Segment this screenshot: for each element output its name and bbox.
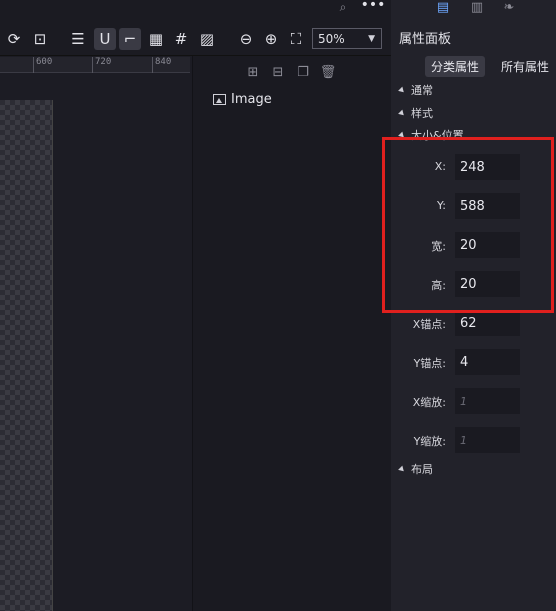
- highlight-annotation: [382, 137, 554, 313]
- tab-classified[interactable]: 分类属性: [425, 56, 485, 77]
- image-frame-icon[interactable]: ▨: [196, 28, 218, 50]
- ruler-label: 720: [95, 57, 112, 67]
- x-scale-input[interactable]: 1: [455, 388, 520, 414]
- field-label: Y缩放:: [413, 435, 446, 448]
- magnet-icon[interactable]: U: [94, 28, 116, 50]
- fit-screen-icon[interactable]: ⛶: [285, 28, 307, 50]
- components-tab-icon[interactable]: ▥: [469, 0, 485, 15]
- field-x-scale: X缩放: 1: [391, 388, 556, 414]
- zoom-select[interactable]: 50% ▼: [312, 28, 382, 49]
- grid-icon[interactable]: ▦: [145, 28, 167, 50]
- zoom-value: 50%: [318, 31, 345, 46]
- expand-icon: [398, 86, 406, 94]
- section-style[interactable]: 样式: [391, 103, 556, 123]
- zoom-out-icon[interactable]: ⊖: [235, 28, 257, 50]
- refresh-icon[interactable]: ⟳: [3, 28, 25, 50]
- database-icon[interactable]: ☰: [67, 28, 89, 50]
- section-general[interactable]: 通常: [391, 80, 556, 100]
- horizontal-ruler: 600 720 840: [0, 57, 190, 73]
- zoom-in-icon[interactable]: ⊕: [260, 28, 282, 50]
- y-anchor-input[interactable]: 4: [455, 349, 520, 375]
- section-label: 布局: [411, 463, 433, 476]
- more-icon[interactable]: •••: [361, 0, 386, 16]
- transparent-canvas[interactable]: [0, 100, 53, 611]
- expand-icon: [398, 465, 406, 473]
- field-x-anchor: X锚点: 62: [391, 310, 556, 336]
- expand-icon: [398, 109, 406, 117]
- field-label: X缩放:: [412, 396, 446, 409]
- search-doc-icon[interactable]: ⌕: [332, 0, 354, 18]
- ruler-label: 600: [36, 57, 53, 67]
- section-label: 通常: [411, 84, 433, 97]
- properties-tab-icon[interactable]: ▤: [435, 0, 451, 15]
- group-icon[interactable]: ⊞: [245, 64, 261, 80]
- layers-panel: ⊞ ⊟ ❐ 🗑 Image: [192, 56, 391, 611]
- y-scale-input[interactable]: 1: [455, 427, 520, 453]
- ruler-label: 840: [155, 57, 172, 67]
- panel-title: 属性面板: [399, 32, 452, 47]
- layer-item-label: Image: [231, 92, 272, 107]
- field-label: X锚点:: [412, 318, 446, 331]
- ungroup-icon[interactable]: ⊟: [270, 64, 286, 80]
- field-label: Y锚点:: [413, 357, 446, 370]
- chevron-down-icon: ▼: [368, 34, 375, 44]
- align-icon[interactable]: ⌐: [119, 28, 141, 50]
- section-layout[interactable]: 布局: [391, 459, 556, 479]
- delete-icon[interactable]: 🗑: [320, 64, 337, 80]
- x-anchor-input[interactable]: 62: [455, 310, 520, 336]
- tab-all[interactable]: 所有属性: [495, 56, 555, 77]
- export-icon[interactable]: ⊡: [29, 28, 51, 50]
- layer-item[interactable]: Image: [213, 92, 272, 107]
- section-label: 样式: [411, 107, 433, 120]
- field-y-anchor: Y锚点: 4: [391, 349, 556, 375]
- feather-icon[interactable]: ❧: [501, 0, 517, 15]
- props-top-icons: ▤ ▥ ❧: [391, 0, 556, 20]
- image-icon: [213, 94, 226, 105]
- hash-grid-icon[interactable]: #: [170, 28, 192, 50]
- copy-icon[interactable]: ❐: [295, 64, 311, 80]
- top-strip: ⌕ •••: [0, 0, 391, 22]
- field-y-scale: Y缩放: 1: [391, 427, 556, 453]
